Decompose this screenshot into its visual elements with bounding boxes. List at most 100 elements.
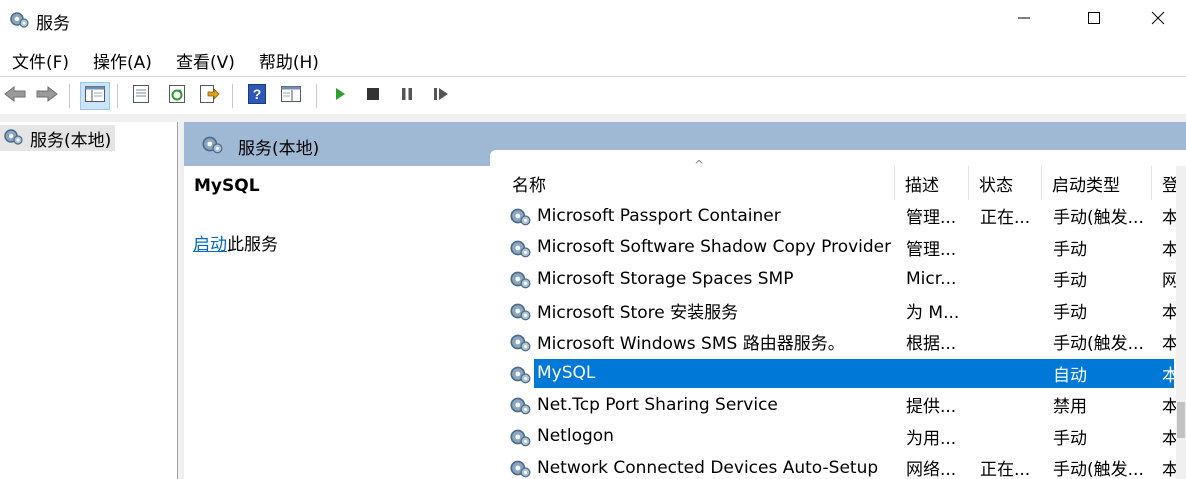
properties-icon: [130, 84, 152, 109]
show-hide-tree-button[interactable]: [80, 82, 110, 110]
gear-icon: [200, 132, 224, 161]
table-row[interactable]: Microsoft Passport Container 管理... 正在... 手动…: [490, 200, 1186, 231]
gear-icon: [508, 236, 532, 265]
cell-name: Net.Tcp Port Sharing Service: [537, 394, 778, 415]
start-service-button[interactable]: [325, 82, 355, 110]
table-row[interactable]: Network Connected Devices Auto-Setup 网络..…: [490, 452, 1186, 479]
description-pane: MySQL 启动此服务: [184, 166, 490, 479]
cell-startup-type: 手动(触发...: [1053, 460, 1144, 479]
menu-bar: 文件(F) 操作(A) 查看(V) 帮助(H): [0, 44, 1186, 76]
back-button[interactable]: [0, 82, 30, 110]
gear-icon: [508, 267, 532, 296]
console-view-button[interactable]: [276, 82, 306, 110]
tree-item-services-local[interactable]: 服务(本地): [0, 125, 116, 152]
cell-name: Network Connected Devices Auto-Setup: [537, 457, 879, 478]
table-row[interactable]: Net.Tcp Port Sharing Service 提供... 禁用本: [490, 389, 1186, 420]
maximize-button[interactable]: [1059, 0, 1129, 40]
cell-startup-type: 手动: [1053, 302, 1087, 323]
column-header-name[interactable]: 名称: [502, 166, 895, 200]
pause-service-button[interactable]: [392, 82, 422, 110]
cell-description: 为用...: [906, 428, 957, 449]
cell-startup-type: 手动(触发...: [1053, 334, 1144, 354]
toolbar-divider: [117, 84, 118, 108]
help-icon: ?: [247, 83, 267, 110]
tree-item-label: 服务(本地): [30, 130, 112, 151]
cell-status: [980, 389, 1040, 420]
refresh-button[interactable]: [162, 82, 192, 110]
cell-startup-type: 手动: [1053, 239, 1087, 260]
table-row[interactable]: MySQL 自动本: [490, 358, 1186, 389]
cell-description: 提供...: [906, 397, 957, 417]
table-row[interactable]: Microsoft Storage Spaces SMP Micr... 手动网: [490, 263, 1186, 294]
cell-description: 为 M...: [906, 302, 960, 323]
content-title: 服务(本地): [238, 139, 320, 159]
menu-action[interactable]: 操作(A): [85, 48, 160, 73]
stop-service-button[interactable]: [358, 82, 388, 110]
start-service-link[interactable]: 启动: [193, 235, 227, 255]
cell-name: MySQL: [537, 363, 596, 383]
svg-text:?: ?: [253, 86, 262, 102]
vertical-scrollbar[interactable]: [1176, 166, 1186, 479]
console-tree: 服务(本地): [0, 122, 178, 479]
toolbar-divider-band: [0, 114, 1186, 122]
cell-description: 管理...: [906, 208, 957, 228]
back-arrow-icon: [3, 84, 27, 109]
export-list-icon: [198, 84, 220, 109]
resume-icon: [432, 86, 450, 107]
gear-icon: [508, 299, 532, 328]
cell-startup-type: 自动: [1053, 365, 1087, 386]
title-bar: 服务: [0, 0, 1186, 40]
cell-status: [980, 358, 1040, 389]
scrollbar-thumb[interactable]: [1177, 402, 1185, 438]
menu-view[interactable]: 查看(V): [168, 48, 243, 73]
cell-status: [980, 421, 1040, 452]
menu-file[interactable]: 文件(F): [4, 48, 77, 73]
cell-name: Netlogon: [537, 426, 614, 446]
resume-service-button[interactable]: [426, 82, 456, 110]
cell-startup-type: 手动(触发...: [1053, 208, 1144, 228]
forward-arrow-icon: [35, 84, 59, 109]
column-header-description[interactable]: 描述: [895, 166, 969, 200]
cell-status: [980, 232, 1040, 263]
services-list: ^ 名称 描述 状态 启动类型 登 Microsoft Passport Con…: [490, 150, 1186, 479]
gear-icon: [8, 8, 30, 35]
cell-status: [980, 295, 1040, 326]
gear-icon: [508, 204, 532, 233]
cell-status: [980, 326, 1040, 357]
toolbar-divider: [232, 84, 233, 108]
play-icon: [332, 86, 348, 107]
cell-description: 网络...: [906, 460, 957, 479]
export-list-button[interactable]: [194, 82, 224, 110]
gear-icon: [508, 425, 532, 454]
pause-icon: [399, 86, 415, 107]
cell-name: Microsoft Storage Spaces SMP: [537, 268, 794, 289]
service-action-suffix: 此服务: [227, 235, 278, 255]
show-hide-tree-icon: [84, 84, 106, 109]
toolbar-divider: [69, 84, 70, 108]
column-header-status[interactable]: 状态: [969, 166, 1042, 200]
table-row[interactable]: Microsoft Store 安装服务为 M... 手动本: [490, 295, 1186, 326]
cell-startup-type: 手动: [1053, 271, 1087, 291]
service-action: 启动此服务: [193, 230, 278, 255]
table-row[interactable]: Microsoft Software Shadow Copy Provider 管…: [490, 232, 1186, 263]
stop-icon: [365, 86, 381, 107]
column-header: 名称 描述 状态 启动类型 登: [490, 166, 1186, 200]
gear-icon: [508, 456, 532, 479]
forward-button[interactable]: [32, 82, 62, 110]
gear-icon: [508, 393, 532, 422]
cell-name: Microsoft Passport Container: [537, 205, 781, 226]
menu-help[interactable]: 帮助(H): [251, 48, 327, 73]
table-row[interactable]: Microsoft Windows SMS 路由器服务。 根据... 手动(触发..…: [490, 326, 1186, 357]
selected-service-name: MySQL: [194, 176, 260, 196]
column-header-startup-type[interactable]: 启动类型: [1042, 166, 1152, 200]
toolbar: ?: [0, 78, 1186, 114]
close-button[interactable]: [1129, 0, 1186, 40]
minimize-button[interactable]: [989, 0, 1059, 40]
table-row[interactable]: Netlogon 为用... 手动本: [490, 421, 1186, 452]
cell-description: 根据...: [906, 334, 957, 354]
gear-icon: [508, 362, 532, 391]
properties-button[interactable]: [126, 82, 156, 110]
gear-icon: [2, 125, 24, 152]
toolbar-divider: [316, 84, 317, 108]
help-button[interactable]: ?: [242, 82, 272, 110]
